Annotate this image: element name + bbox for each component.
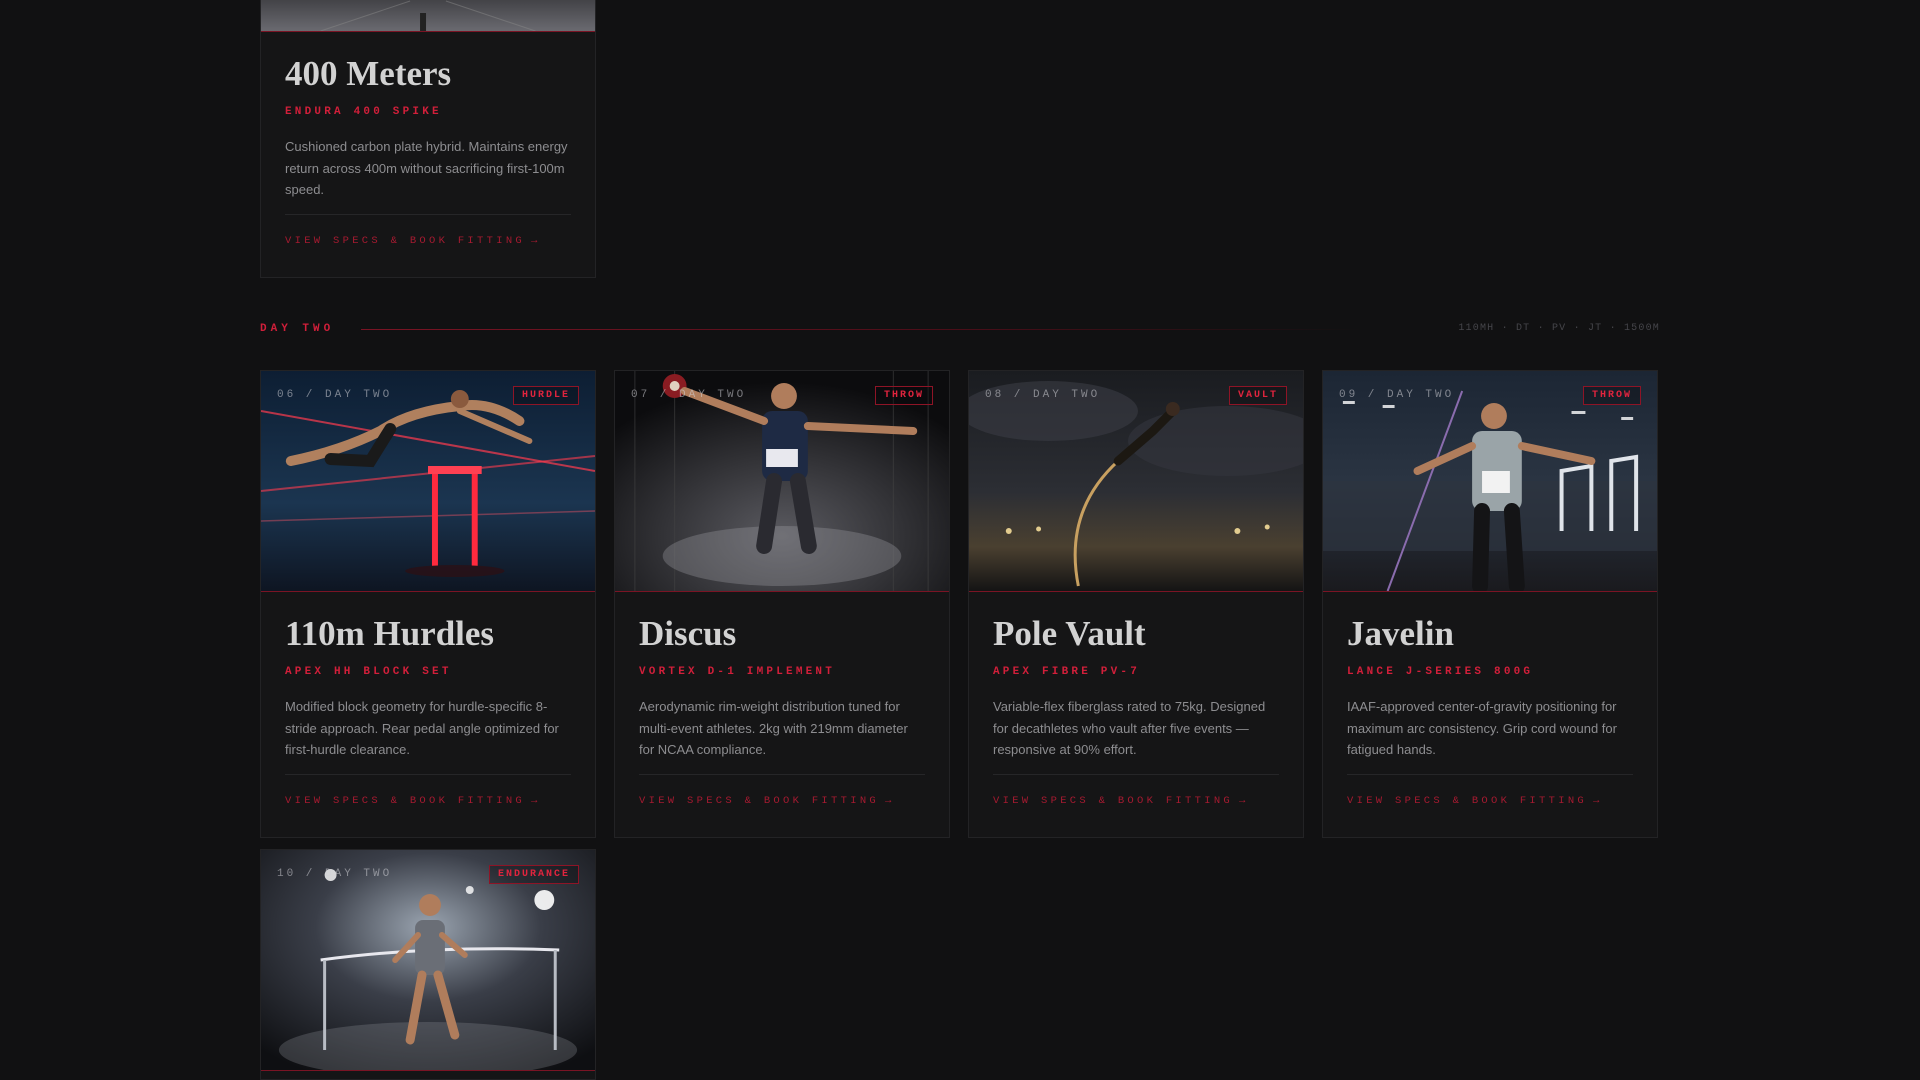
card-tag: ENDURANCE	[488, 865, 579, 884]
card-tag: VAULT	[1228, 386, 1287, 405]
arrow-right-icon: →	[531, 795, 541, 807]
javelin-thrower-photo: 09 / DAY TWO THROW	[1323, 371, 1657, 592]
card-title: Discus	[639, 614, 737, 653]
arrow-right-icon: →	[1239, 795, 1249, 807]
hurdler-photo: 06 / DAY TWO HURDLE	[261, 371, 595, 592]
link-label: VIEW SPECS & BOOK FITTING	[1347, 795, 1588, 807]
link-label: VIEW SPECS & BOOK FITTING	[993, 795, 1234, 807]
card-description: Modified block geometry for hurdle-speci…	[285, 699, 559, 757]
card-tag: HURDLE	[512, 386, 579, 405]
card-index: 06 / DAY TWO	[277, 389, 393, 401]
card-model: VORTEX D-1 IMPLEMENT	[639, 666, 836, 678]
section-divider-line	[361, 329, 1361, 330]
card-index: 09 / DAY TWO	[1339, 389, 1455, 401]
view-specs-link[interactable]: VIEW SPECS & BOOK FITTING →	[639, 795, 925, 837]
arrow-right-icon: →	[1593, 795, 1603, 807]
pole-vaulter-photo: 08 / DAY TWO VAULT	[969, 371, 1303, 592]
card-title: Pole Vault	[993, 614, 1146, 653]
arrow-right-icon: →	[885, 795, 895, 807]
section-header-day-two: DAY TWO 110MH · DT · PV · JT · 1500M	[260, 323, 1660, 337]
card-tag: THROW	[874, 386, 933, 405]
card-tag: THROW	[1582, 386, 1641, 405]
event-card-110m-hurdles: 06 / DAY TWO HURDLE 110m Hurdles APEX HH…	[260, 370, 596, 838]
divider	[639, 774, 925, 775]
divider	[993, 774, 1279, 775]
view-specs-link[interactable]: VIEW SPECS & BOOK FITTING →	[1347, 795, 1633, 837]
runner-finish-photo: 10 / DAY TWO ENDURANCE	[261, 850, 595, 1071]
divider	[1347, 774, 1633, 775]
section-event-list: 110MH · DT · PV · JT · 1500M	[1458, 323, 1660, 334]
divider	[285, 774, 571, 775]
event-card-discus: 07 / DAY TWO THROW Discus VORTEX D-1 IMP…	[614, 370, 950, 838]
card-description: IAAF-approved center-of-gravity position…	[1347, 699, 1617, 757]
divider	[285, 214, 571, 215]
view-specs-link[interactable]: VIEW SPECS & BOOK FITTING →	[285, 235, 571, 277]
link-label: VIEW SPECS & BOOK FITTING	[639, 795, 880, 807]
event-card-400m: 400 Meters ENDURA 400 SPIKE Cushioned ca…	[260, 0, 596, 278]
discus-thrower-photo: 07 / DAY TWO THROW	[615, 371, 949, 592]
card-description: Aerodynamic rim-weight distribution tune…	[639, 699, 908, 757]
card-image	[261, 0, 595, 32]
link-label: VIEW SPECS & BOOK FITTING	[285, 795, 526, 807]
page: 400 Meters ENDURA 400 SPIKE Cushioned ca…	[0, 0, 1920, 1080]
event-card-endurance: 10 / DAY TWO ENDURANCE	[260, 849, 596, 1080]
card-title: 400 Meters	[285, 54, 452, 93]
card-model: ENDURA 400 SPIKE	[285, 106, 442, 118]
card-description: Cushioned carbon plate hybrid. Maintains…	[285, 139, 568, 197]
section-label: DAY TWO	[260, 323, 335, 335]
card-model: LANCE J-SERIES 800G	[1347, 666, 1534, 678]
view-specs-link[interactable]: VIEW SPECS & BOOK FITTING →	[285, 795, 571, 837]
event-card-pole-vault: 08 / DAY TWO VAULT Pole Vault APEX FIBRE…	[968, 370, 1304, 838]
card-model: APEX HH BLOCK SET	[285, 666, 452, 678]
event-card-javelin: 09 / DAY TWO THROW Javelin LANCE J-SERIE…	[1322, 370, 1658, 838]
arrow-right-icon: →	[531, 235, 541, 247]
card-title: 110m Hurdles	[285, 614, 495, 653]
link-label: VIEW SPECS & BOOK FITTING	[285, 235, 526, 247]
card-description: Variable-flex fiberglass rated to 75kg. …	[993, 699, 1266, 757]
card-title: Javelin	[1347, 614, 1454, 653]
card-model: APEX FIBRE PV-7	[993, 666, 1141, 678]
card-index: 07 / DAY TWO	[631, 389, 747, 401]
card-index: 08 / DAY TWO	[985, 389, 1101, 401]
view-specs-link[interactable]: VIEW SPECS & BOOK FITTING →	[993, 795, 1279, 837]
card-index: 10 / DAY TWO	[277, 868, 393, 880]
